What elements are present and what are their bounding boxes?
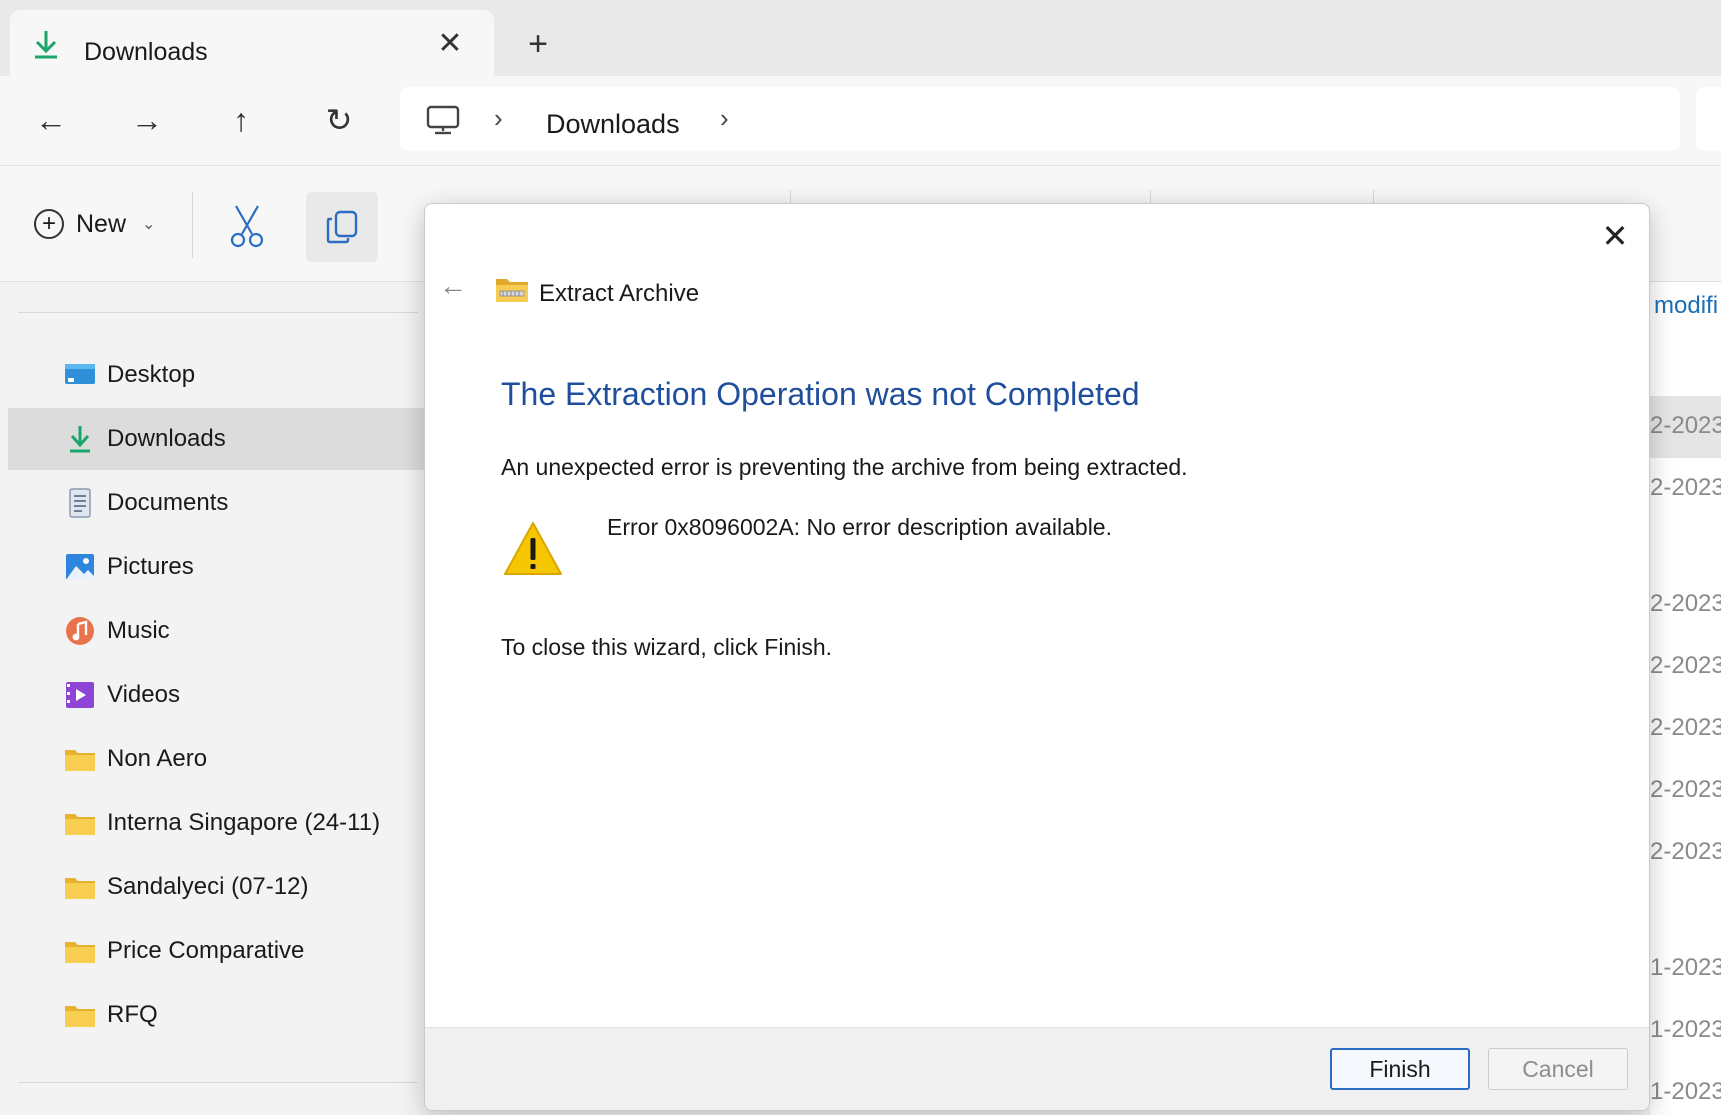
file-date-cell[interactable]: 1-2023 bbox=[1650, 954, 1721, 982]
sidebar-item-label: Sandalyeci (07-12) bbox=[107, 873, 309, 900]
back-arrow-icon[interactable]: ← bbox=[439, 270, 471, 302]
sidebar-item-price-comparative[interactable]: Price Comparative bbox=[8, 920, 438, 982]
cancel-button[interactable]: Cancel bbox=[1488, 1048, 1628, 1090]
documents-icon bbox=[69, 488, 91, 518]
sidebar-item-pictures[interactable]: Pictures bbox=[8, 536, 438, 598]
copy-button[interactable] bbox=[306, 192, 378, 262]
dialog-message: An unexpected error is preventing the ar… bbox=[501, 454, 1188, 480]
sidebar-item-label: Interna Singapore (24-11) bbox=[107, 809, 381, 836]
new-button[interactable]: + New ⌄ bbox=[34, 202, 155, 246]
breadcrumb-downloads[interactable]: Downloads bbox=[546, 109, 680, 140]
download-icon bbox=[35, 31, 57, 59]
sidebar-item-label: Downloads bbox=[107, 425, 226, 452]
file-date-cell[interactable]: 2-2023 bbox=[1650, 776, 1721, 804]
zip-folder-icon bbox=[496, 279, 528, 302]
breadcrumb-chevron-icon[interactable]: › bbox=[494, 103, 503, 134]
file-list[interactable]: modifi 2-2023 2-2023 2-2023 2-2023 2-202… bbox=[1650, 282, 1721, 1115]
address-bar[interactable]: › Downloads › bbox=[400, 87, 1680, 151]
file-date-cell[interactable]: 2-2023 bbox=[1650, 590, 1721, 618]
tab-strip: Downloads ✕ + bbox=[0, 0, 1721, 76]
back-arrow-icon[interactable]: ← bbox=[28, 98, 74, 144]
file-date-cell[interactable]: 1-2023 bbox=[1650, 1016, 1721, 1044]
new-button-label: New bbox=[76, 209, 127, 238]
finish-button[interactable]: Finish bbox=[1330, 1048, 1470, 1090]
navigation-pane: Desktop Downloads Documents Pictures Mus… bbox=[0, 282, 438, 1115]
refresh-icon[interactable]: ↻ bbox=[316, 98, 362, 144]
extract-archive-dialog: ✕ ← Extract Archive The Extraction Opera… bbox=[424, 203, 1650, 1111]
sidebar-item-label: Documents bbox=[107, 489, 229, 516]
file-date-cell[interactable]: 1-2023 bbox=[1650, 1078, 1721, 1106]
sidebar-item-label: Non Aero bbox=[107, 745, 208, 772]
desktop-icon bbox=[65, 364, 95, 384]
file-date-cell[interactable]: 2-2023 bbox=[1650, 652, 1721, 680]
sidebar-item-desktop[interactable]: Desktop bbox=[8, 344, 438, 406]
copy-icon bbox=[326, 210, 358, 244]
error-code-text: Error 0x8096002A: No error description a… bbox=[607, 514, 1112, 540]
sidebar-item-label: RFQ bbox=[107, 1001, 158, 1028]
close-icon[interactable]: ✕ bbox=[1593, 214, 1637, 258]
file-date-cell[interactable]: 2-2023 bbox=[1650, 474, 1721, 502]
folder-icon bbox=[65, 942, 95, 963]
breadcrumb-chevron-icon[interactable]: › bbox=[720, 103, 729, 134]
sidebar-item-interna-singapore[interactable]: Interna Singapore (24-11) bbox=[8, 792, 438, 854]
column-header-date-modified[interactable]: modifi bbox=[1654, 292, 1718, 320]
new-tab-button[interactable]: + bbox=[522, 27, 554, 61]
this-pc-icon bbox=[426, 105, 460, 135]
videos-icon bbox=[66, 682, 94, 708]
folder-icon bbox=[65, 878, 95, 899]
cut-icon[interactable] bbox=[222, 200, 272, 250]
dialog-title: Extract Archive bbox=[539, 280, 700, 307]
sidebar-item-label: Price Comparative bbox=[107, 937, 305, 964]
sidebar-item-documents[interactable]: Documents bbox=[8, 472, 438, 534]
sidebar-item-non-aero[interactable]: Non Aero bbox=[8, 728, 438, 790]
close-tab-icon[interactable]: ✕ bbox=[434, 28, 466, 60]
download-icon bbox=[70, 426, 90, 453]
sidebar-item-sandalyeci[interactable]: Sandalyeci (07-12) bbox=[8, 856, 438, 918]
search-box[interactable] bbox=[1696, 87, 1721, 151]
sidebar-item-label: Videos bbox=[107, 681, 180, 708]
sidebar-item-videos[interactable]: Videos bbox=[8, 664, 438, 726]
toolbar-divider bbox=[192, 192, 193, 258]
sidebar-divider bbox=[18, 1082, 418, 1083]
sidebar-item-label: Desktop bbox=[107, 361, 196, 388]
folder-icon bbox=[65, 750, 95, 771]
file-date-cell[interactable]: 2-2023 bbox=[1650, 412, 1721, 440]
dialog-footer: Finish Cancel bbox=[425, 1027, 1649, 1110]
chevron-down-icon: ⌄ bbox=[142, 216, 156, 233]
add-circle-icon: + bbox=[34, 209, 64, 239]
sidebar-divider bbox=[18, 312, 418, 313]
sidebar-item-downloads[interactable]: Downloads bbox=[8, 408, 438, 470]
music-icon bbox=[66, 617, 94, 645]
up-arrow-icon[interactable]: ↑ bbox=[218, 98, 264, 144]
dialog-heading: The Extraction Operation was not Complet… bbox=[501, 376, 1140, 412]
sidebar-item-label: Music bbox=[107, 617, 170, 644]
file-date-cell[interactable]: 2-2023 bbox=[1650, 714, 1721, 742]
dialog-instruction: To close this wizard, click Finish. bbox=[501, 634, 833, 660]
sidebar-item-music[interactable]: Music bbox=[8, 600, 438, 662]
tab-downloads[interactable]: Downloads ✕ bbox=[10, 10, 494, 76]
sidebar-item-label: Pictures bbox=[107, 553, 194, 580]
navigation-bar: ← → ↑ ↻ › Downloads › bbox=[0, 76, 1721, 166]
pictures-icon bbox=[66, 554, 94, 580]
forward-arrow-icon[interactable]: → bbox=[124, 98, 170, 144]
file-date-cell[interactable]: 2-2023 bbox=[1650, 838, 1721, 866]
tab-title: Downloads bbox=[84, 38, 208, 66]
warning-icon bbox=[504, 522, 562, 575]
folder-icon bbox=[65, 1006, 95, 1027]
sidebar-item-rfq[interactable]: RFQ bbox=[8, 984, 438, 1046]
folder-icon bbox=[65, 814, 95, 835]
